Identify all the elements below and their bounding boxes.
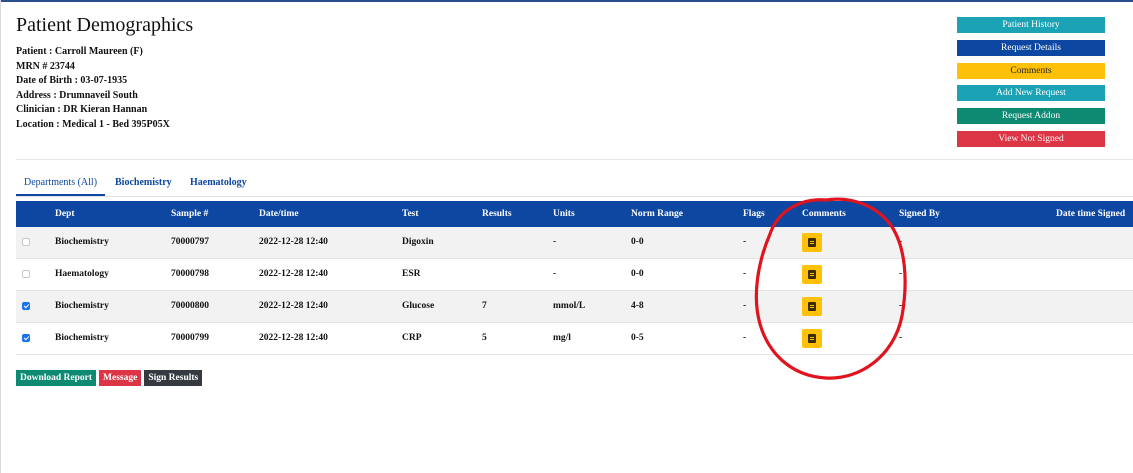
cell-results: 5 [482,333,487,343]
header-test: Test [402,209,419,219]
patient-name: Patient : Carroll Maureen (F) [16,46,143,57]
cell-dept: Biochemistry [55,237,109,247]
header-flags: Flags [743,209,765,219]
cell-datetime: 2022-12-28 12:40 [259,237,328,247]
header-results: Results [482,209,512,219]
cell-sample: 70000800 [171,301,209,311]
row-checkbox[interactable] [22,238,30,246]
cell-sample: 70000798 [171,269,209,279]
patient-history-button[interactable]: Patient History [957,17,1105,33]
cell-flags: - [743,333,747,343]
add-new-request-button[interactable]: Add New Request [957,85,1105,102]
table-row: Haematology 70000798 2022-12-28 12:40 ES… [16,259,1133,291]
request-details-button[interactable]: Request Details [957,39,1105,56]
comment-icon [808,334,816,343]
cell-sample: 70000799 [171,333,209,343]
sign-results-button[interactable]: Sign Results [144,370,203,386]
header-norm-range: Norm Range [631,209,683,219]
cell-flags: - [743,269,747,279]
top-accent-bar [0,0,1133,2]
patient-clinician: Clinician : DR Kieran Hannan [16,104,148,116]
cell-units: mmol/L [553,301,586,311]
cell-norm-range: 0-0 [631,269,644,279]
tab-biochemistry[interactable]: Biochemistry [107,172,180,194]
left-border [0,0,1,473]
cell-dept: Haematology [55,269,109,279]
cell-norm-range: 0-0 [631,237,644,247]
cell-results: 7 [482,301,487,311]
table-row: Biochemistry 70000800 2022-12-28 12:40 G… [16,291,1133,323]
cell-signed-by: - [899,237,903,247]
patient-address: Address : Drumnaveil South [16,89,138,101]
section-divider [16,159,1133,160]
comment-icon [808,302,816,311]
row-checkbox[interactable] [22,334,30,342]
cell-units: - [553,237,557,247]
cell-dept: Biochemistry [55,333,109,343]
cell-flags: - [743,237,747,247]
header-datetime: Date/time [259,209,299,219]
download-report-button[interactable]: Download Report [16,370,97,386]
cell-test: ESR [402,269,421,279]
header-signed-by: Signed By [899,209,940,219]
message-button[interactable]: Message [99,370,142,386]
cell-sample: 70000797 [171,237,209,247]
comment-icon [808,270,816,279]
row-checkbox[interactable] [22,270,30,278]
cell-test: Digoxin [402,237,434,247]
patient-info: Patient : Carroll Maureen (F) MRN # 2374… [16,45,170,133]
cell-flags: - [743,301,747,311]
cell-datetime: 2022-12-28 12:40 [259,269,328,279]
cell-signed-by: - [899,269,903,279]
header-comments: Comments [802,209,846,219]
cell-dept: Biochemistry [55,301,109,311]
comment-icon [808,238,816,247]
cell-norm-range: 0-5 [631,333,644,343]
row-comment-button[interactable] [802,297,822,316]
header-units: Units [553,209,575,219]
cell-test: Glucose [402,301,435,311]
patient-location: Location : Medical 1 - Bed 395P05X [16,118,170,130]
cell-units: - [553,269,557,279]
page-title: Patient Demographics [16,14,194,36]
patient-dob: Date of Birth : 03-07-1935 [16,75,128,87]
side-button-group: Patient History Request Details Comments… [957,17,1105,154]
cell-test: CRP [402,333,422,343]
row-comment-button[interactable] [802,233,822,252]
table-header: Dept Sample # Date/time Test Results Uni… [16,201,1133,227]
cell-signed-by: - [899,333,903,343]
action-buttons: Download Report Message Sign Results [16,370,205,386]
comments-button[interactable]: Comments [957,62,1105,79]
results-table: Dept Sample # Date/time Test Results Uni… [16,201,1133,355]
header-dept: Dept [55,209,75,219]
request-addon-button[interactable]: Request Addon [957,108,1105,125]
view-not-signed-button[interactable]: View Not Signed [957,130,1105,147]
tab-departments-all[interactable]: Departments (All) [16,172,106,196]
row-comment-button[interactable] [802,265,822,284]
tab-haematology[interactable]: Haematology [182,172,255,194]
department-tabs: Departments (All) Biochemistry Haematolo… [16,172,1133,197]
cell-signed-by: - [899,301,903,311]
header-datetime-signed: Date time Signed [1056,209,1126,219]
cell-units: mg/l [553,333,571,343]
table-row: Biochemistry 70000799 2022-12-28 12:40 C… [16,323,1133,355]
cell-datetime: 2022-12-28 12:40 [259,333,328,343]
cell-norm-range: 4-8 [631,301,644,311]
row-checkbox[interactable] [22,302,30,310]
table-row: Biochemistry 70000797 2022-12-28 12:40 D… [16,227,1133,259]
cell-datetime: 2022-12-28 12:40 [259,301,328,311]
patient-mrn: MRN # 23744 [16,60,75,72]
row-comment-button[interactable] [802,329,822,348]
header-sample: Sample # [171,209,209,219]
